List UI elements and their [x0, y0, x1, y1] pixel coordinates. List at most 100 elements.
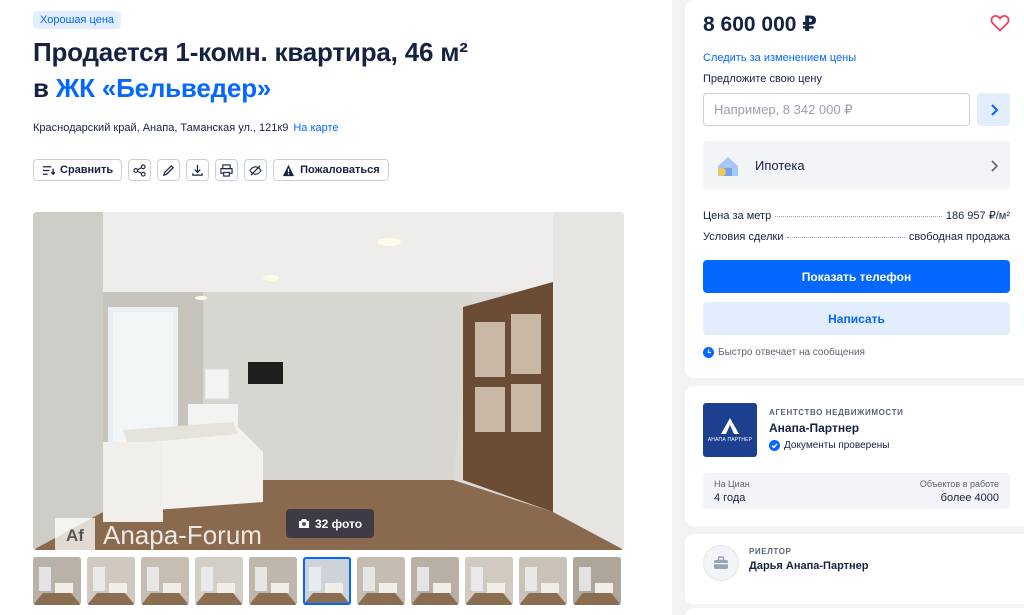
- leader-dots: [787, 237, 905, 238]
- report-button[interactable]: Пожаловаться: [273, 159, 389, 181]
- photo-thumbnail[interactable]: [249, 557, 297, 605]
- price-card: 8 600 000 ₽ Следить за изменением цены П…: [685, 0, 1024, 378]
- favorite-heart-icon[interactable]: [990, 13, 1010, 33]
- thumbnail-image: [573, 557, 621, 605]
- photo-count-button[interactable]: 32 фото: [286, 509, 375, 538]
- photo-thumbnail[interactable]: [411, 557, 459, 605]
- compare-label: Сравнить: [60, 164, 114, 176]
- photo-thumbnail[interactable]: [195, 557, 243, 605]
- on-cian-stat: На Циан 4 года: [714, 479, 750, 504]
- price: 8 600 000 ₽: [703, 13, 817, 36]
- listing-toolbar: Сравнить Пожаловаться: [33, 159, 389, 181]
- realtor-name[interactable]: Дарья Анапа-Партнер: [749, 560, 869, 572]
- share-icon: [133, 163, 146, 177]
- camera-icon: [299, 519, 309, 528]
- agency-logo-text: АНАПА ПАРТНЕР: [707, 436, 753, 443]
- print-icon: [220, 163, 233, 177]
- follow-price-link[interactable]: Следить за изменением цены: [703, 52, 856, 64]
- thumbnail-image: [195, 557, 243, 605]
- objects-value: более 4000: [940, 492, 999, 504]
- next-card: [685, 608, 1024, 615]
- thumbnail-image: [357, 557, 405, 605]
- compare-icon: [42, 165, 55, 175]
- agency-type: АГЕНТСТВО НЕДВИЖИМОСТИ: [769, 408, 904, 417]
- thumbnail-image: [33, 557, 81, 605]
- download-icon: [192, 164, 203, 176]
- verified-check-icon: [769, 440, 780, 451]
- download-button[interactable]: [186, 159, 210, 181]
- leader-dots: [775, 216, 942, 217]
- report-label: Пожаловаться: [300, 164, 380, 176]
- objects-stat: Объектов в работе более 4000: [920, 479, 999, 504]
- docs-verified-text: Документы проверены: [784, 440, 890, 451]
- address: Краснодарский край, Анапа, Таманская ул.…: [33, 122, 339, 134]
- thumbnail-image: [249, 557, 297, 605]
- map-link[interactable]: На карте: [293, 122, 338, 134]
- photo-thumbnail[interactable]: [357, 557, 405, 605]
- photo-thumbnail[interactable]: [303, 557, 351, 605]
- offer-submit-button[interactable]: [977, 93, 1010, 126]
- realtor-card: РИЕЛТОР Дарья Анапа-Партнер: [685, 534, 1024, 604]
- house-icon: [718, 156, 738, 176]
- fast-reply-text: Быстро отвечает на сообщения: [718, 347, 865, 358]
- listing-title: Продается 1-комн. квартира, 46 м²: [33, 37, 468, 67]
- show-phone-button[interactable]: Показать телефон: [703, 260, 1010, 293]
- title-prefix: в: [33, 73, 49, 103]
- write-message-button[interactable]: Написать: [703, 302, 1010, 335]
- mortgage-button[interactable]: Ипотека: [703, 141, 1010, 190]
- agency-logo-icon: [721, 417, 739, 434]
- thumbnail-image: [465, 557, 513, 605]
- offer-price-input[interactable]: [703, 93, 970, 126]
- price-per-meter-value: 186 957 ₽/м²: [945, 210, 1010, 222]
- good-price-badge: Хорошая цена: [33, 11, 122, 29]
- warning-icon: [283, 164, 295, 176]
- thumbnail-image: [519, 557, 567, 605]
- watermark-logo: Af: [55, 518, 95, 553]
- realtor-type: РИЕЛТОР: [749, 547, 792, 556]
- agency-stats: На Циан 4 года Объектов в работе более 4…: [703, 473, 1010, 509]
- share-button[interactable]: [128, 159, 152, 181]
- hide-icon: [249, 164, 262, 176]
- listing-title-complex: в ЖК «Бельведер»: [33, 70, 271, 106]
- photo-thumbnail[interactable]: [33, 557, 81, 605]
- thumbnail-image: [141, 557, 189, 605]
- thumbnail-image: [411, 557, 459, 605]
- watermark: Af Anapa-Forum: [55, 518, 262, 553]
- docs-verified: Документы проверены: [769, 440, 889, 451]
- photo-thumbnail[interactable]: [519, 557, 567, 605]
- price-per-meter-label: Цена за метр: [703, 210, 772, 222]
- agency-name[interactable]: Анапа-Партнер: [769, 421, 859, 435]
- compare-button[interactable]: Сравнить: [33, 159, 123, 181]
- briefcase-icon: [714, 556, 728, 569]
- hide-button[interactable]: [244, 159, 268, 181]
- deal-terms-value: свободная продажа: [908, 231, 1010, 243]
- clock-icon: [703, 347, 714, 358]
- agency-logo[interactable]: АНАПА ПАРТНЕР: [703, 403, 757, 457]
- photo-count-label: 32 фото: [315, 516, 363, 531]
- complex-link[interactable]: ЖК «Бельведер»: [56, 73, 272, 103]
- thumbnail-image: [303, 557, 351, 605]
- thumbnail-image: [87, 557, 135, 605]
- edit-icon: [163, 164, 175, 176]
- print-button[interactable]: [215, 159, 239, 181]
- photo-thumbnail[interactable]: [573, 557, 621, 605]
- watermark-text: Anapa-Forum: [103, 520, 262, 550]
- edit-button[interactable]: [157, 159, 181, 181]
- deal-terms-row: Условия сделки свободная продажа: [703, 231, 1010, 243]
- listing-main: Хорошая цена Продается 1-комн. квартира,…: [0, 0, 672, 615]
- offer-label: Предложите свою цену: [703, 73, 822, 85]
- chevron-right-icon: [990, 103, 998, 116]
- thumbnail-strip: [33, 557, 621, 605]
- chevron-right-icon: [991, 159, 998, 172]
- photo-thumbnail[interactable]: [465, 557, 513, 605]
- on-cian-value: 4 года: [714, 492, 746, 504]
- main-photo[interactable]: [33, 212, 624, 550]
- on-cian-label: На Циан: [714, 479, 750, 489]
- photo-thumbnail[interactable]: [87, 557, 135, 605]
- objects-label: Объектов в работе: [919, 479, 999, 489]
- photo-thumbnail[interactable]: [141, 557, 189, 605]
- agency-card: АНАПА ПАРТНЕР АГЕНТСТВО НЕДВИЖИМОСТИ Ана…: [685, 386, 1024, 526]
- address-text: Краснодарский край, Анапа, Таманская ул.…: [33, 122, 289, 134]
- bedroom-photo: [33, 212, 624, 550]
- price-per-meter-row: Цена за метр 186 957 ₽/м²: [703, 209, 1010, 222]
